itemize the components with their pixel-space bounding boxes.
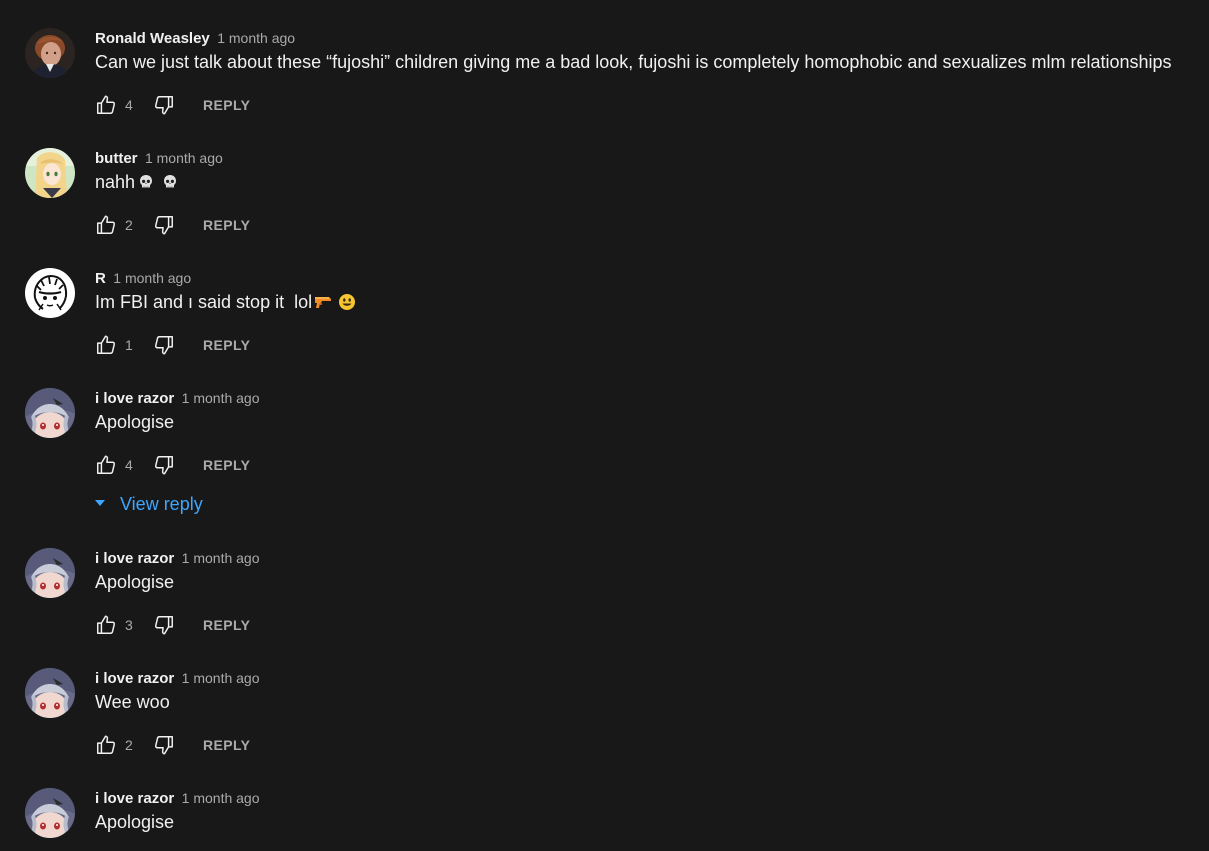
reply-button[interactable]: REPLY	[203, 216, 250, 234]
avatar-r-icon	[25, 268, 75, 318]
comment-actions: 2 REPLY	[95, 214, 295, 238]
comment-header: i love razor 1 month ago	[95, 788, 260, 808]
avatar-razor-icon	[25, 548, 75, 598]
comment-actions: 4 REPLY	[95, 454, 295, 478]
comment-item: i love razor 1 month ago Apologise	[0, 788, 1209, 851]
reply-button[interactable]: REPLY	[203, 456, 250, 474]
comment-text-content: Im FBI and ı said stop it lol	[95, 292, 313, 312]
like-button[interactable]	[95, 214, 117, 236]
like-button[interactable]	[95, 734, 117, 756]
author-name[interactable]: i love razor	[95, 670, 174, 687]
dislike-button[interactable]	[153, 334, 175, 356]
view-reply-button[interactable]: View reply	[93, 492, 203, 516]
comment-timestamp[interactable]: 1 month ago	[217, 30, 295, 46]
author-name[interactable]: Ronald Weasley	[95, 30, 210, 47]
comment-timestamp[interactable]: 1 month ago	[145, 150, 223, 166]
comment-text: nahh	[95, 170, 178, 194]
comment-item: i love razor 1 month ago Apologise 4 REP…	[0, 388, 1209, 498]
comment-header: i love razor 1 month ago	[95, 548, 260, 568]
reply-button[interactable]: REPLY	[203, 736, 250, 754]
like-count: 4	[125, 457, 133, 473]
author-name[interactable]: i love razor	[95, 550, 174, 567]
like-button[interactable]	[95, 614, 117, 636]
comment-item: Ronald Weasley 1 month ago Can we just t…	[0, 28, 1209, 138]
like-button[interactable]	[95, 454, 117, 476]
comment-actions: 1 REPLY	[95, 334, 295, 358]
author-name[interactable]: R	[95, 270, 106, 287]
skull-emoji-icon	[140, 175, 153, 188]
comment-header: Ronald Weasley 1 month ago	[95, 28, 295, 48]
comment-text-content: Wee woo	[95, 692, 170, 712]
author-name[interactable]: butter	[95, 150, 138, 167]
avatar-razor-icon	[25, 388, 75, 438]
comment-text-content: Apologise	[95, 812, 175, 832]
comment-header: R 1 month ago	[95, 268, 191, 288]
like-count: 3	[125, 617, 133, 633]
comment-text-content: Apologise	[95, 412, 175, 432]
comment-item: R 1 month ago Im FBI and ı said stop it …	[0, 268, 1209, 378]
caret-down-icon	[95, 500, 105, 506]
like-button[interactable]	[95, 94, 117, 116]
dislike-button[interactable]	[153, 734, 175, 756]
avatar[interactable]	[25, 668, 75, 718]
comment-text: Apologise	[95, 810, 174, 834]
comment-text: Im FBI and ı said stop it lol	[95, 290, 356, 314]
comment-actions: 2 REPLY	[95, 734, 295, 758]
comment-timestamp[interactable]: 1 month ago	[113, 270, 191, 286]
water-pistol-emoji-icon	[315, 297, 332, 308]
like-button[interactable]	[95, 334, 117, 356]
comment-timestamp[interactable]: 1 month ago	[182, 790, 260, 806]
dislike-button[interactable]	[153, 94, 175, 116]
avatar-razor-icon	[25, 788, 75, 838]
avatar[interactable]	[25, 28, 75, 78]
dislike-button[interactable]	[153, 614, 175, 636]
reply-button[interactable]: REPLY	[203, 96, 250, 114]
comment-item: i love razor 1 month ago Wee woo 2 REPLY	[0, 668, 1209, 778]
comment-actions: 3 REPLY	[95, 614, 295, 638]
avatar[interactable]	[25, 548, 75, 598]
comment-text: Can we just talk about these “fujoshi” c…	[95, 50, 1172, 74]
comment-text: Apologise	[95, 570, 174, 594]
skull-emoji-icon	[164, 175, 177, 188]
avatar-ronald-icon	[25, 28, 75, 78]
reply-button[interactable]: REPLY	[203, 616, 250, 634]
avatar[interactable]	[25, 788, 75, 838]
like-count: 1	[125, 337, 133, 353]
comment-text-content: nahh	[95, 172, 136, 192]
comment-item: butter 1 month ago nahh 2 REPLY	[0, 148, 1209, 258]
like-count: 2	[125, 217, 133, 233]
comment-text: Wee woo	[95, 690, 170, 714]
comment-header: i love razor 1 month ago	[95, 668, 260, 688]
smiley-emoji-icon	[339, 294, 356, 310]
author-name[interactable]: i love razor	[95, 390, 174, 407]
comment-timestamp[interactable]: 1 month ago	[182, 670, 260, 686]
avatar-razor-icon	[25, 668, 75, 718]
view-reply-label: View reply	[120, 494, 203, 514]
avatar[interactable]	[25, 268, 75, 318]
avatar[interactable]	[25, 148, 75, 198]
like-count: 4	[125, 97, 133, 113]
comment-timestamp[interactable]: 1 month ago	[182, 550, 260, 566]
avatar-butter-icon	[25, 148, 75, 198]
comment-actions: 4 REPLY	[95, 94, 295, 118]
avatar[interactable]	[25, 388, 75, 438]
comment-header: butter 1 month ago	[95, 148, 223, 168]
comment-item: i love razor 1 month ago Apologise 3 REP…	[0, 548, 1209, 658]
dislike-button[interactable]	[153, 454, 175, 476]
comment-list: Ronald Weasley 1 month ago Can we just t…	[0, 0, 1209, 851]
comment-text-content: Can we just talk about these “fujoshi” c…	[95, 52, 1172, 72]
dislike-button[interactable]	[153, 214, 175, 236]
reply-button[interactable]: REPLY	[203, 336, 250, 354]
author-name[interactable]: i love razor	[95, 790, 174, 807]
comment-header: i love razor 1 month ago	[95, 388, 260, 408]
comment-text: Apologise	[95, 410, 174, 434]
like-count: 2	[125, 737, 133, 753]
comment-timestamp[interactable]: 1 month ago	[182, 390, 260, 406]
comment-text-content: Apologise	[95, 572, 175, 592]
